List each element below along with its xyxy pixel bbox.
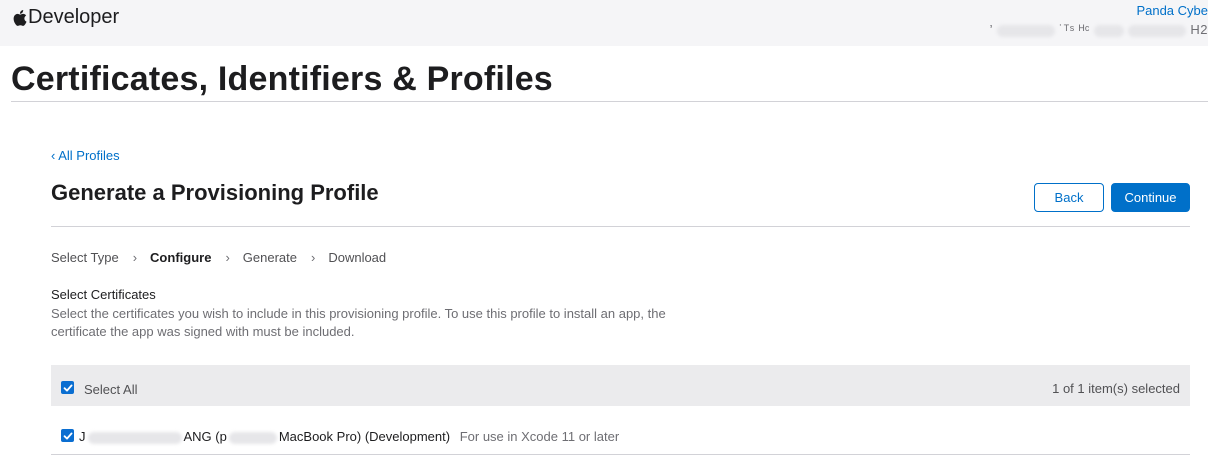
- certificates-description: Select the certificates you wish to incl…: [51, 306, 666, 339]
- certificates-heading: Select Certificates: [51, 287, 156, 302]
- select-all-label: Select All: [84, 382, 138, 397]
- certificate-name-prefix: J: [79, 429, 86, 444]
- redacted-block: [228, 431, 277, 444]
- redacted-block: [1094, 24, 1125, 37]
- certificate-name: J ANG (p MacBook Pro) (Development) For us…: [79, 429, 619, 444]
- step-select-type: Select Type: [51, 250, 119, 265]
- selected-count: 1 of 1 item(s) selected: [1052, 381, 1180, 396]
- certificate-name-suffix: MacBook Pro) (Development): [278, 429, 451, 444]
- back-button[interactable]: Back: [1034, 183, 1104, 212]
- certificate-name-middle: ANG (p: [183, 429, 227, 444]
- global-header: Developer Panda Cybe ’ ˙ᵀˢ ᴴᶜ H2: [0, 0, 1208, 46]
- step-breadcrumb: Select Type › Configure › Generate › Dow…: [51, 250, 386, 265]
- chevron-right-icon: ›: [310, 250, 316, 265]
- all-profiles-link[interactable]: ‹ All Profiles: [51, 148, 120, 163]
- team-identifier: ’ ˙ᵀˢ ᴴᶜ H2: [990, 22, 1208, 37]
- section-divider: [51, 226, 1190, 227]
- redacted-block: [996, 24, 1055, 37]
- chevron-right-icon: ›: [225, 250, 230, 265]
- certificate-checkbox[interactable]: [61, 429, 74, 442]
- page-title: Certificates, Identifiers & Profiles: [11, 60, 553, 98]
- chevron-right-icon: ›: [132, 250, 138, 265]
- redacted-block: [87, 431, 182, 444]
- section-title: Generate a Provisioning Profile: [51, 180, 379, 205]
- certificate-row[interactable]: J ANG (p MacBook Pro) (Development) For us…: [51, 420, 1190, 455]
- brand-label: Developer: [28, 6, 120, 28]
- step-download: Download: [328, 250, 387, 265]
- select-all-bar: Select All 1 of 1 item(s) selected: [51, 365, 1190, 406]
- team-text-fragment: ’: [989, 22, 993, 37]
- apple-logo-icon: [13, 9, 27, 26]
- checkmark-icon: [63, 432, 72, 439]
- select-all-checkbox[interactable]: [61, 381, 74, 394]
- step-configure: Configure: [150, 250, 212, 265]
- redacted-block: [1128, 24, 1187, 37]
- checkmark-icon: [63, 384, 72, 391]
- team-text-fragment: ˙ᵀˢ ᴴᶜ: [1058, 22, 1090, 37]
- account-name-link[interactable]: Panda Cybe: [1136, 3, 1208, 18]
- team-text-fragment: H2: [1190, 22, 1208, 37]
- step-generate: Generate: [242, 250, 297, 265]
- certificate-usage-note: For use in Xcode 11 or later: [459, 429, 620, 444]
- continue-button[interactable]: Continue: [1111, 183, 1190, 212]
- developer-brand-link[interactable]: Developer: [12, 6, 119, 29]
- title-divider: [11, 101, 1208, 102]
